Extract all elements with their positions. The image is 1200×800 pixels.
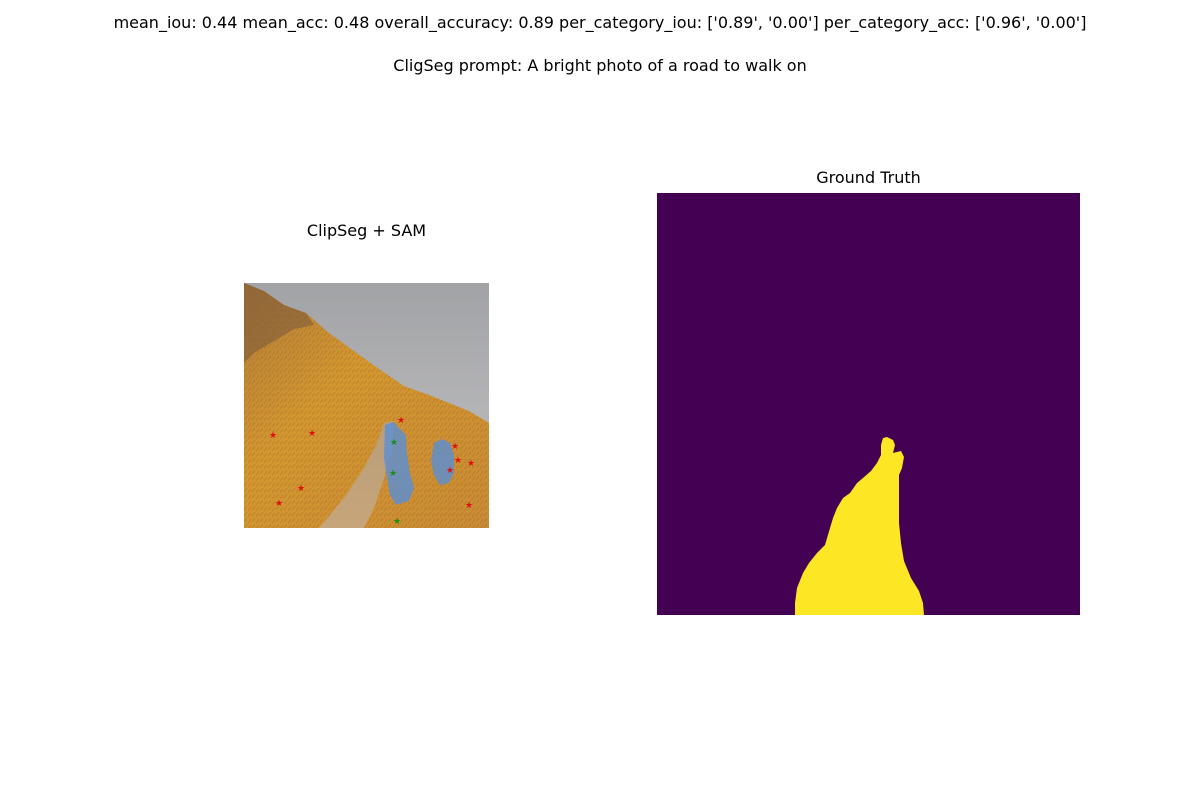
ground-truth-canvas [657,193,1080,615]
metrics-line: mean_iou: 0.44 mean_acc: 0.48 overall_ac… [113,13,1087,32]
ground-truth-panel-title: Ground Truth [816,168,921,187]
negative-point: ★ [275,499,283,509]
positive-point: ★ [393,517,401,527]
prediction-image-canvas: ★ ★ ★ ★ ★ ★ ★ ★ ★ ★ ★ ★ ★ [244,283,489,528]
negative-point: ★ [397,416,405,426]
negative-point: ★ [454,456,462,466]
prediction-image: ★ ★ ★ ★ ★ ★ ★ ★ ★ ★ ★ ★ ★ [244,283,489,528]
positive-point: ★ [390,438,398,448]
negative-point: ★ [446,466,454,476]
prompt-line: CligSeg prompt: A bright photo of a road… [393,56,807,75]
negative-point: ★ [451,442,459,452]
negative-point: ★ [465,501,473,511]
negative-point: ★ [308,429,316,439]
negative-point: ★ [467,459,475,469]
negative-point: ★ [269,431,277,441]
prediction-panel-title: ClipSeg + SAM [306,221,427,240]
positive-point: ★ [389,469,397,479]
ground-truth-mask [657,193,1080,615]
negative-point: ★ [297,484,305,494]
